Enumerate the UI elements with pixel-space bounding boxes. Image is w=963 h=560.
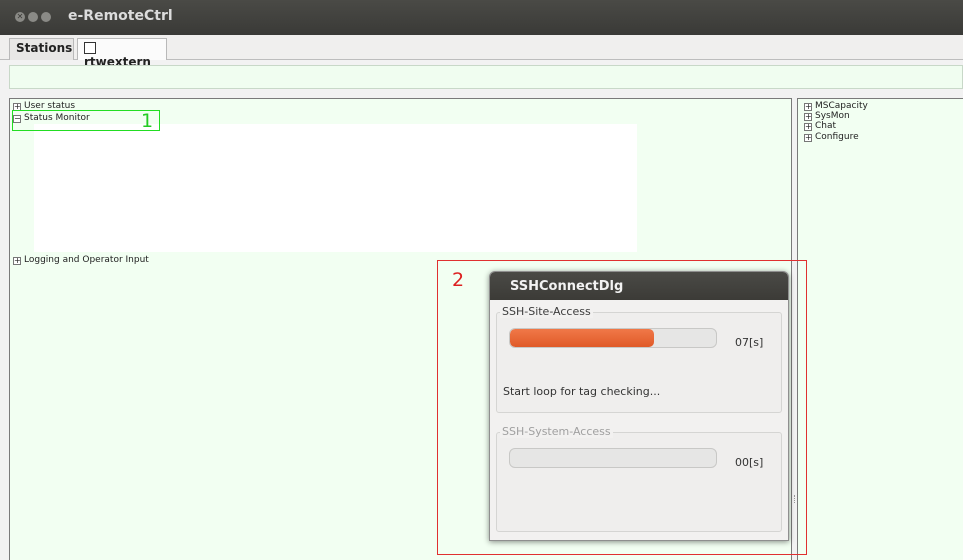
annotation-label-2: 2 [452, 269, 465, 291]
ssh-connect-dialog: SSHConnectDlg SSH-Site-Access 07[s] Star… [489, 271, 789, 541]
app-title: e-RemoteCtrl [68, 8, 173, 24]
tab-stations[interactable]: Stations [9, 38, 74, 60]
command-input[interactable] [9, 65, 963, 89]
tree-item-mscapacity[interactable]: + MSCapacity [804, 101, 868, 111]
tree-item-label: Logging and Operator Input [24, 255, 149, 265]
maximize-window-icon[interactable] [41, 12, 51, 22]
tab-checkbox[interactable] [84, 42, 96, 54]
tab-rtwextern[interactable]: rtwextern [77, 38, 167, 69]
system-timer: 00[s] [735, 456, 764, 469]
tree-item-sysmon[interactable]: + SysMon [804, 111, 850, 121]
tab-stations-label: Stations [16, 41, 73, 55]
tree-item-label: SysMon [815, 111, 850, 121]
dialog-titlebar[interactable]: SSHConnectDlg [490, 272, 788, 300]
window-titlebar: ✕ e-RemoteCtrl [0, 0, 963, 35]
expand-icon[interactable]: + [804, 103, 812, 111]
expand-icon[interactable]: + [804, 123, 812, 131]
site-progress-bar [509, 328, 717, 348]
ssh-system-access-group: SSH-System-Access 00[s] [496, 425, 782, 532]
tree-item-label: Chat [815, 121, 837, 131]
tree-item-configure[interactable]: + Configure [804, 132, 859, 142]
expand-icon[interactable]: + [804, 113, 812, 121]
system-progress-bar [509, 448, 717, 468]
right-panel: + MSCapacity + SysMon + Chat + Configure [797, 98, 963, 560]
group-label: SSH-System-Access [500, 425, 613, 438]
tree-item-logging[interactable]: + Logging and Operator Input [13, 255, 149, 265]
minimize-window-icon[interactable] [28, 12, 38, 22]
annotation-label-1: 1 [141, 110, 154, 132]
tree-item-label: MSCapacity [815, 101, 868, 111]
tab-bar: Stations rtwextern [0, 35, 963, 69]
tree-item-label: Configure [815, 132, 859, 142]
ssh-site-access-group: SSH-Site-Access 07[s] Start loop for tag… [496, 305, 782, 413]
progress-fill [510, 329, 655, 347]
dialog-title: SSHConnectDlg [510, 279, 624, 294]
tree-item-chat[interactable]: + Chat [804, 121, 836, 131]
annotation-box-1 [12, 110, 160, 131]
close-window-icon[interactable]: ✕ [15, 12, 25, 22]
expand-icon[interactable]: + [804, 134, 812, 142]
site-status-text: Start loop for tag checking... [503, 385, 661, 398]
expand-icon[interactable]: + [13, 257, 21, 265]
group-label: SSH-Site-Access [500, 305, 593, 318]
status-monitor-area [34, 124, 637, 252]
site-timer: 07[s] [735, 336, 764, 349]
